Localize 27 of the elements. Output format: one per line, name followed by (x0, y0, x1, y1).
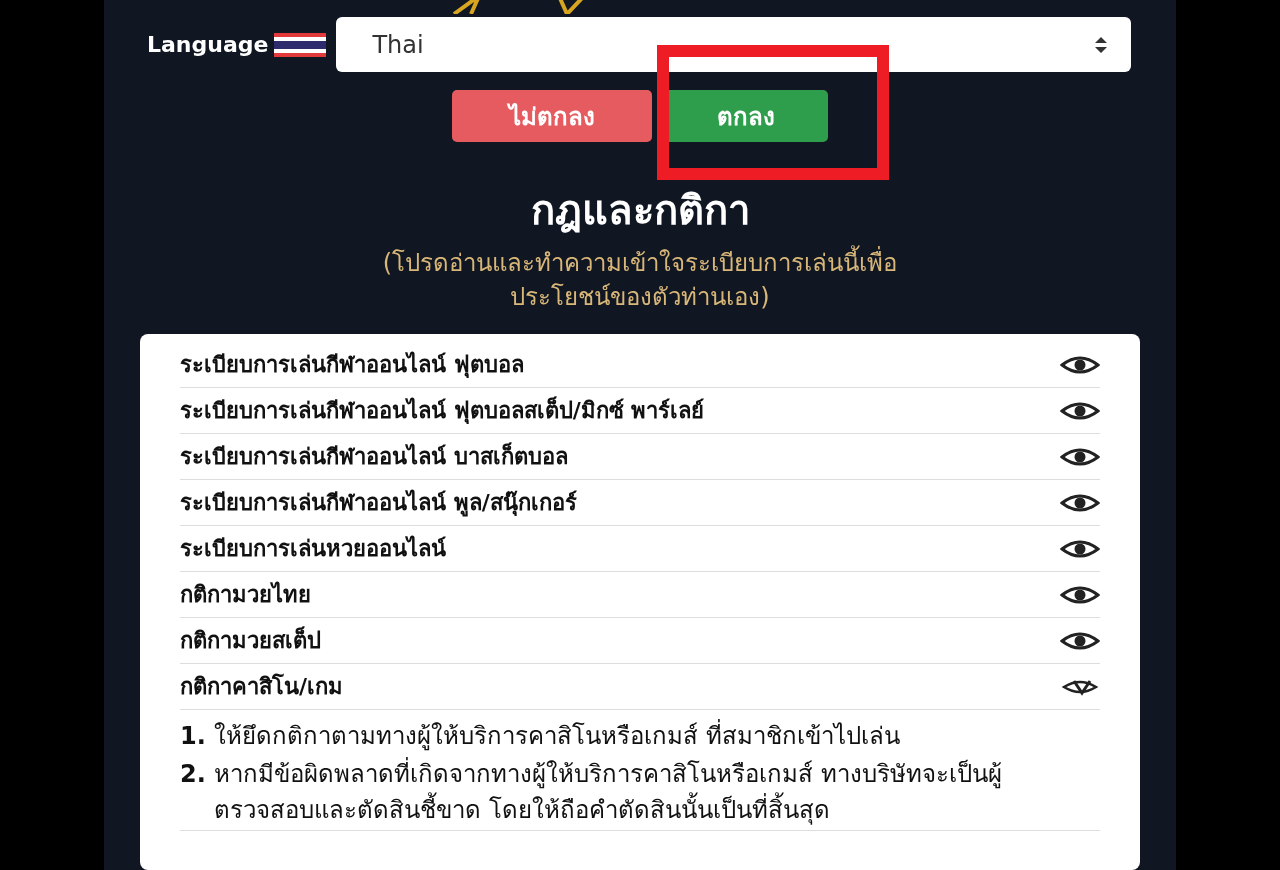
eye-icon[interactable] (1060, 446, 1100, 467)
list-number: 1. (180, 721, 207, 752)
rule-item[interactable]: กติกามวยไทย (180, 572, 1100, 618)
eye-icon[interactable] (1060, 354, 1100, 375)
rule-item[interactable]: ระเบียบการเล่นกีฬาออนไลน์ ฟุตบอลสเต็ป/มิกซ์ พาร์เลย์ (180, 388, 1100, 434)
language-select[interactable]: Thai (336, 17, 1131, 72)
decline-button[interactable]: ไม่ตกลง (452, 90, 652, 142)
eye-icon[interactable] (1060, 492, 1100, 513)
language-label: Language (147, 32, 269, 57)
page-subtitle: (โปรดอ่านและทำความเข้าใจระเบียบการเล่นนี้เพื่อ (378, 246, 902, 280)
page-title: กฎและกติกา (530, 186, 750, 235)
eye-icon[interactable] (1060, 400, 1100, 421)
eye-icon[interactable] (1060, 538, 1100, 559)
list-number: 2. (180, 759, 207, 790)
eye-icon[interactable] (1060, 584, 1100, 605)
flag-icon (274, 32, 327, 57)
rule-item[interactable]: ระเบียบการเล่นหวยออนไลน์ (180, 526, 1100, 572)
rule-item[interactable]: กติกามวยสเต็ป (180, 618, 1100, 664)
page-subtitle: ประโยชน์ของตัวท่านเอง) (509, 282, 771, 313)
rule-item[interactable]: ระเบียบการเล่นกีฬาออนไลน์ ฟุตบอล (180, 342, 1100, 388)
rule-text: หากมีข้อผิดพลาดที่เกิดจากทางผู้ให้บริการคาสิโนหรือเกมส์ ทางบริษัทจะเป็นผู้ตรวจสอบและตัดสินชี้ขาด โดยให้ถือคำตัดสินนั้นเป็นที่สิ้นสุด (214, 756, 1100, 828)
eye-icon[interactable] (1060, 630, 1100, 651)
sort-caret-icon (1093, 34, 1109, 55)
rule-item[interactable]: ระเบียบการเล่นกีฬาออนไลน์ บาสเก็ตบอล (180, 434, 1100, 480)
rule-item[interactable]: กติกาคาสิโน/เกม (180, 664, 1100, 710)
rule-item[interactable]: ระเบียบการเล่นกีฬาออนไลน์ พูล/สนุ๊กเกอร์ (180, 480, 1100, 526)
rule-text: ให้ยึดกติกาตามทางผู้ให้บริการคาสิโนหรือเกมส์ ที่สมาชิกเข้าไปเล่น (214, 718, 1100, 754)
